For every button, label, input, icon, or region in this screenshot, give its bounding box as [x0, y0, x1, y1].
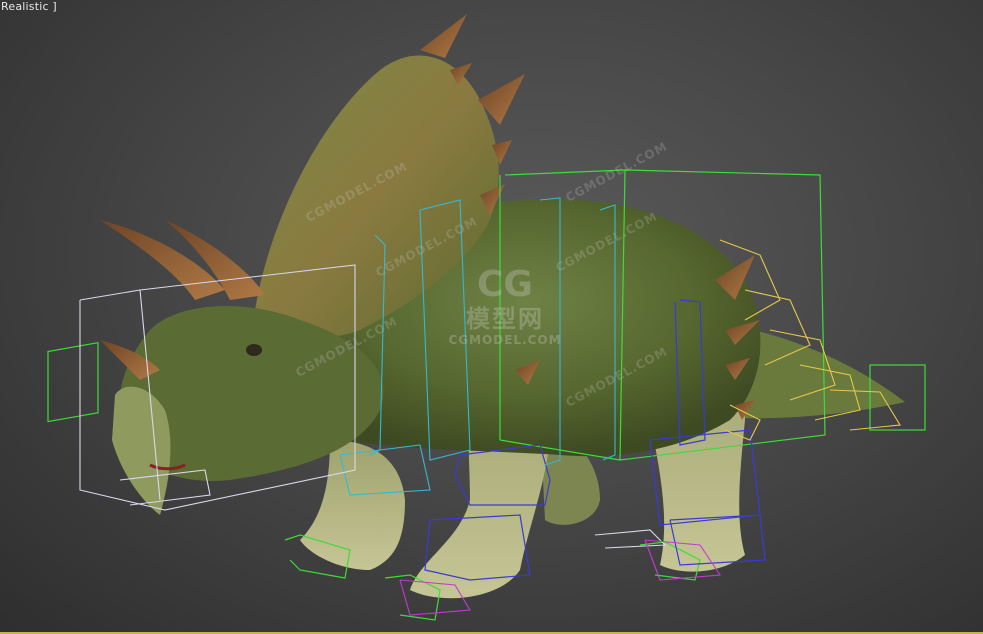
eye [246, 344, 262, 356]
front-leg-left [300, 440, 405, 570]
triceratops-scene [47, 14, 926, 621]
3d-viewport[interactable]: Realistic ] CG 模型网 CGMODEL.COM CGMODEL.C… [0, 0, 983, 634]
beak [112, 386, 171, 515]
frill-spike-1 [420, 14, 467, 58]
